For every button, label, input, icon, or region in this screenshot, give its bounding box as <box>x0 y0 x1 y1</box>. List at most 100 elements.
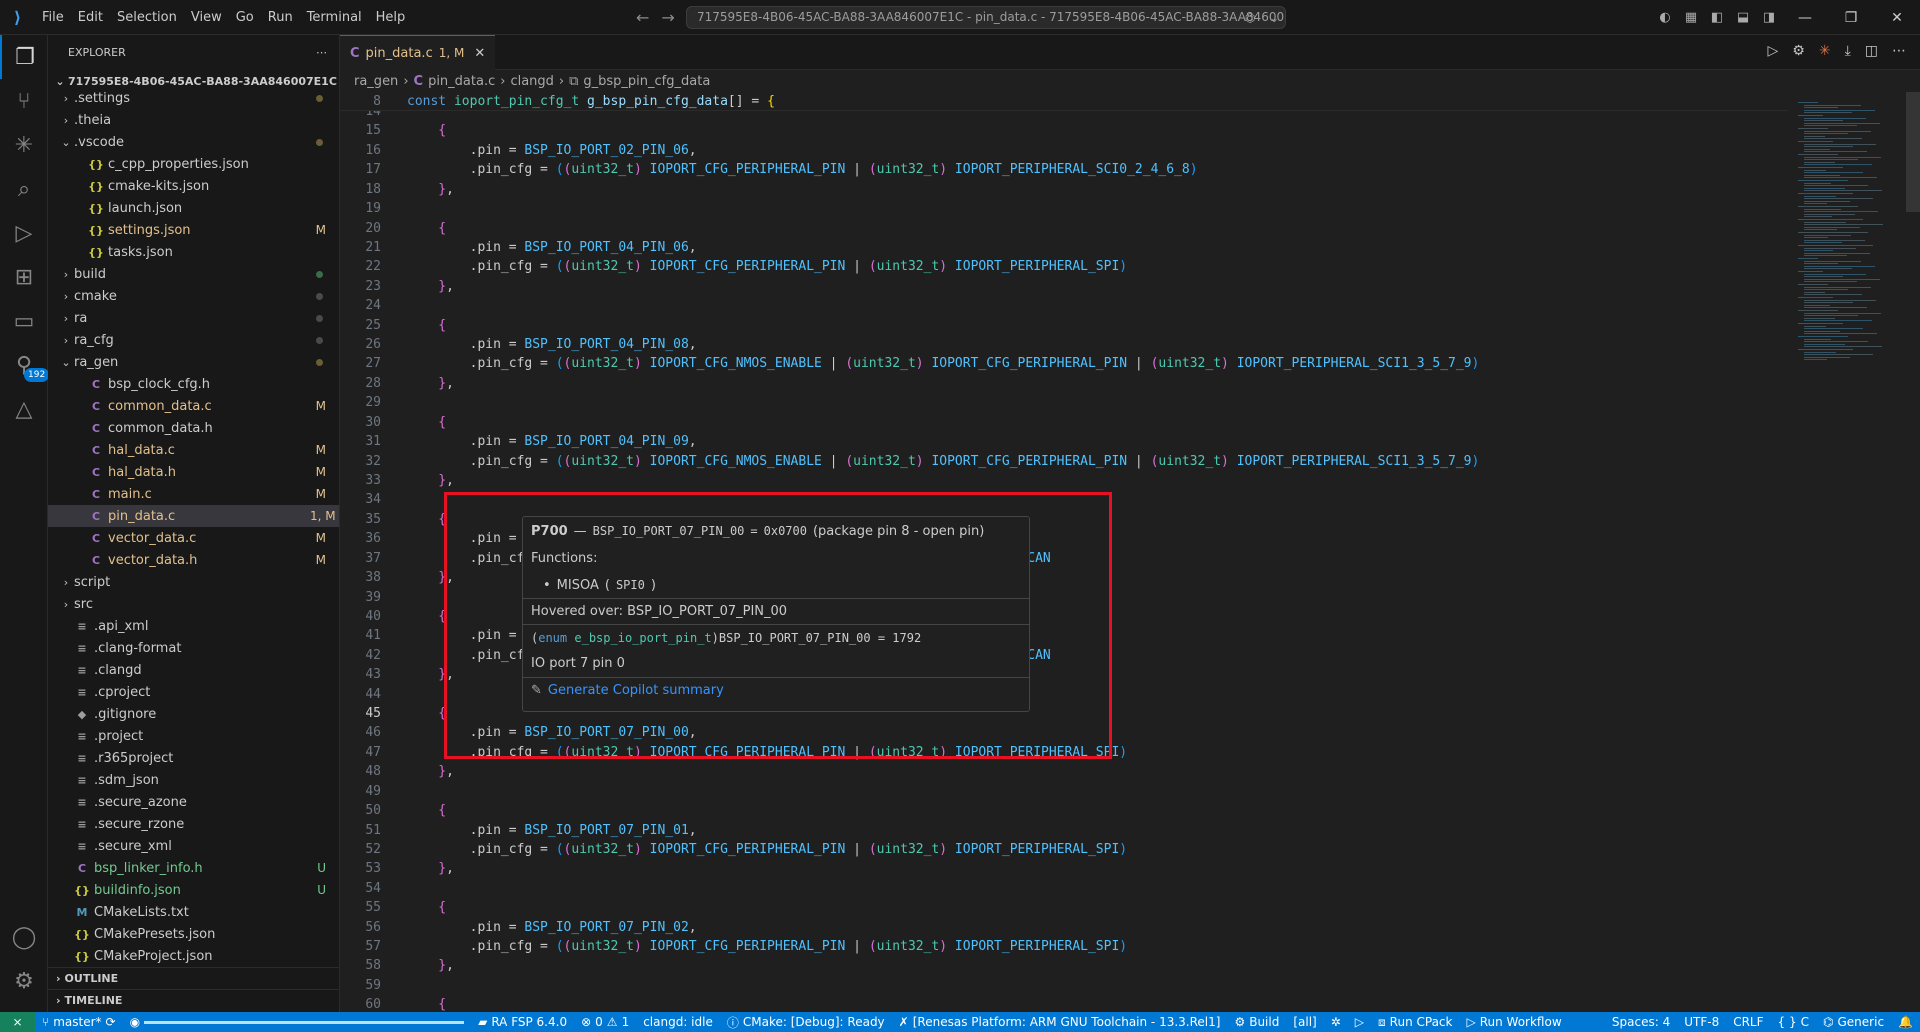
tree-item-ra-cfg[interactable]: › ra_cfg <box>48 329 339 351</box>
more-actions-icon[interactable]: ⋯ <box>1892 43 1906 59</box>
copilot-summary-link[interactable]: Generate Copilot summary <box>548 683 724 698</box>
branch-item[interactable]: ⑂ master* ⟳ <box>35 1015 123 1029</box>
tree-item--secure-xml[interactable]: ≡ .secure_xml <box>48 835 339 857</box>
cmake-icon[interactable]: △ <box>0 387 48 431</box>
tree-item--api-xml[interactable]: ≡ .api_xml <box>48 615 339 637</box>
code-line[interactable]: 29 <box>340 393 1788 412</box>
clangd-item[interactable]: clangd: idle <box>636 1015 720 1029</box>
minimize-icon[interactable]: — <box>1782 10 1828 26</box>
tree-item--settings[interactable]: › .settings <box>48 87 339 109</box>
tab-pin-data-c[interactable]: C pin_data.c 1, M ✕ <box>340 35 496 70</box>
tree-item--cproject[interactable]: ≡ .cproject <box>48 681 339 703</box>
menu-selection[interactable]: Selection <box>110 0 184 35</box>
breadcrumb-item[interactable]: pin_data.c <box>428 74 495 89</box>
code-line[interactable]: 27 .pin_cfg = ((uint32_t) IOPORT_CFG_NMO… <box>340 354 1788 373</box>
debug-item[interactable]: ✲ <box>1324 1015 1348 1029</box>
code-line[interactable]: 31 .pin = BSP_IO_PORT_04_PIN_09, <box>340 432 1788 451</box>
tree-item--vscode[interactable]: ⌄ .vscode <box>48 131 339 153</box>
code-line[interactable]: 26 .pin = BSP_IO_PORT_04_PIN_08, <box>340 335 1788 354</box>
close-icon[interactable]: ✕ <box>1874 10 1920 26</box>
tree-item-common-data-c[interactable]: Ccommon_data.c M <box>48 395 339 417</box>
code-line[interactable]: 55 { <box>340 898 1788 917</box>
target-item[interactable]: [all] <box>1286 1015 1323 1029</box>
tree-item--project[interactable]: ≡ .project <box>48 725 339 747</box>
tree-item-buildinfo-json[interactable]: {} buildinfo.json U <box>48 879 339 901</box>
language-item[interactable]: { } C <box>1771 1015 1816 1029</box>
back-arrow-icon[interactable]: ← <box>636 8 649 27</box>
copilot-icon[interactable]: ⌬ <box>1245 11 1255 25</box>
cmake-status-item[interactable]: ⓘ CMake: [Debug]: Ready <box>720 1014 892 1031</box>
tree-item-script[interactable]: › script <box>48 571 339 593</box>
git-graph-icon[interactable]: ⚲ 192 <box>0 343 50 387</box>
chevron-down-icon[interactable]: ⌄ <box>1269 11 1279 25</box>
code-line[interactable]: 33 }, <box>340 471 1788 490</box>
tree-item-cmake[interactable]: › cmake <box>48 285 339 307</box>
tree-item-bsp-clock-cfg-h[interactable]: Cbsp_clock_cfg.h <box>48 373 339 395</box>
tree-item-src[interactable]: › src <box>48 593 339 615</box>
more-actions-icon[interactable]: ⋯ <box>316 46 327 59</box>
accounts-icon[interactable]: ◐ <box>1652 10 1678 25</box>
spaces-item[interactable]: Spaces: 4 <box>1605 1015 1677 1029</box>
command-center[interactable]: 717595E8-4B06-45AC-BA88-3AA846007E1C - p… <box>686 6 1286 29</box>
accounts-icon[interactable]: ◯ <box>0 915 48 959</box>
tree-item--theia[interactable]: › .theia <box>48 109 339 131</box>
code-line[interactable]: 51 .pin = BSP_IO_PORT_07_PIN_01, <box>340 821 1788 840</box>
code-line[interactable]: 56 .pin = BSP_IO_PORT_07_PIN_02, <box>340 918 1788 937</box>
split-editor-icon[interactable]: ◫ <box>1865 43 1878 59</box>
menu-file[interactable]: File <box>35 0 71 35</box>
tree-item--secure-rzone[interactable]: ≡ .secure_rzone <box>48 813 339 835</box>
tree-item-vector-data-h[interactable]: Cvector_data.h M <box>48 549 339 571</box>
menu-terminal[interactable]: Terminal <box>300 0 369 35</box>
tree-item-bsp-linker-info-h[interactable]: Cbsp_linker_info.h U <box>48 857 339 879</box>
tree-item--clangd[interactable]: ≡ .clangd <box>48 659 339 681</box>
toggle-panel-icon[interactable]: ⬓ <box>1730 10 1756 25</box>
files-icon[interactable]: ❐ <box>0 35 48 79</box>
menu-go[interactable]: Go <box>229 0 261 35</box>
tree-item-tasks-json[interactable]: {} tasks.json <box>48 241 339 263</box>
menu-help[interactable]: Help <box>369 0 413 35</box>
sticky-scroll-line[interactable]: 8 const ioport_pin_cfg_t g_bsp_pin_cfg_da… <box>340 92 1788 111</box>
notifications-item[interactable]: 🔔 <box>1891 1015 1920 1029</box>
code-line[interactable]: 18 }, <box>340 180 1788 199</box>
tree-item-pin-data-c[interactable]: Cpin_data.c 1, M <box>48 505 339 527</box>
minimap[interactable] <box>1788 92 1906 1012</box>
renesas-icon[interactable]: ✳ <box>0 123 48 167</box>
editor-scrollbar[interactable] <box>1906 92 1920 1012</box>
code-line[interactable]: 24 <box>340 296 1788 315</box>
menu-view[interactable]: View <box>184 0 229 35</box>
problems-item[interactable]: ⊗ 0 ⚠ 1 <box>574 1015 636 1029</box>
fsp-item[interactable]: ▰ RA FSP 6.4.0 <box>471 1015 574 1029</box>
code-line[interactable]: 59 <box>340 976 1788 995</box>
tree-item-build[interactable]: › build <box>48 263 339 285</box>
code-line[interactable]: 53 }, <box>340 859 1788 878</box>
tree-item-cmakelists-txt[interactable]: M CMakeLists.txt <box>48 901 339 923</box>
tree-item-cmakeproject-json[interactable]: {} CMakeProject.json <box>48 945 339 965</box>
code-line[interactable]: 28 }, <box>340 374 1788 393</box>
timeline-section[interactable]: › TIMELINE <box>48 989 339 1011</box>
tree-item--clang-format[interactable]: ≡ .clang-format <box>48 637 339 659</box>
code-line[interactable]: 60 { <box>340 995 1788 1012</box>
run-item[interactable]: ▷ <box>1348 1015 1371 1029</box>
download-icon[interactable]: ⤓ <box>1845 43 1851 59</box>
gear-icon[interactable]: ⚙ <box>1792 43 1805 59</box>
tree-item-main-c[interactable]: Cmain.c M <box>48 483 339 505</box>
code-line[interactable]: 17 .pin_cfg = ((uint32_t) IOPORT_CFG_PER… <box>340 160 1788 179</box>
breadcrumb-item[interactable]: ra_gen <box>354 74 398 89</box>
remote-explorer-icon[interactable]: ▭ <box>0 299 48 343</box>
code-line[interactable]: 54 <box>340 879 1788 898</box>
tree-item--sdm-json[interactable]: ≡ .sdm_json <box>48 769 339 791</box>
code-line[interactable]: 52 .pin_cfg = ((uint32_t) IOPORT_CFG_PER… <box>340 840 1788 859</box>
breadcrumb-item[interactable]: clangd <box>510 74 553 89</box>
tree-item--r365project[interactable]: ≡ .r365project <box>48 747 339 769</box>
workflow-item[interactable]: ▷ Run Workflow <box>1459 1015 1568 1029</box>
tree-item--gitignore[interactable]: ◆ .gitignore <box>48 703 339 725</box>
run-debug-icon[interactable]: ▷ <box>1767 43 1778 59</box>
profile-item[interactable]: ⌬ Generic <box>1816 1015 1891 1029</box>
eol-item[interactable]: CRLF <box>1726 1015 1770 1029</box>
cpack-item[interactable]: ⧈ Run CPack <box>1371 1015 1459 1030</box>
code-line[interactable]: 20 { <box>340 219 1788 238</box>
search-icon[interactable]: ⌕ <box>0 167 48 211</box>
tree-item-settings-json[interactable]: {} settings.json M <box>48 219 339 241</box>
scrollbar-thumb[interactable] <box>1906 92 1920 212</box>
build-item[interactable]: ⚙ Build <box>1227 1015 1286 1029</box>
